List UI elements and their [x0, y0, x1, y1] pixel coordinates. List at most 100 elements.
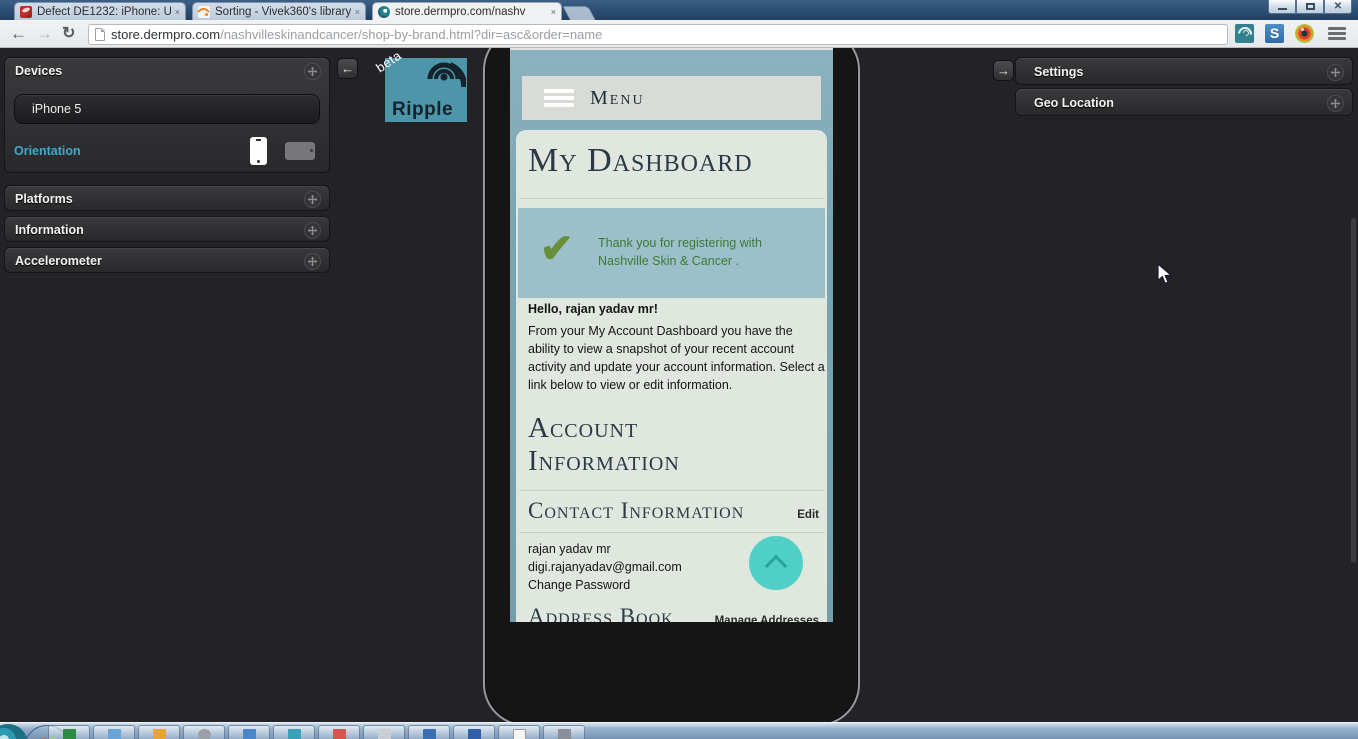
url-host: store.dermpro.com: [111, 26, 221, 42]
app-icon: [153, 729, 166, 739]
windows-taskbar: [0, 722, 1358, 739]
contact-email: digi.rajanyadav@gmail.com: [528, 560, 682, 574]
app-icon: [108, 729, 121, 739]
site-menu-bar[interactable]: Menu: [522, 76, 821, 120]
app-icon: [333, 729, 346, 739]
ripple-favicon-icon: [378, 5, 390, 18]
hamburger-icon: [544, 89, 574, 107]
app-icon: [468, 729, 481, 739]
maximize-button[interactable]: [1296, 0, 1324, 14]
taskbar-app-button[interactable]: [408, 725, 450, 739]
settings-panel[interactable]: Settings: [1015, 57, 1353, 85]
app-icon: [198, 729, 211, 739]
tab-close-icon[interactable]: ×: [551, 7, 556, 17]
divider: [519, 198, 824, 199]
taskbar-app-button[interactable]: [453, 725, 495, 739]
device-select[interactable]: iPhone 5: [14, 94, 320, 124]
change-password-link[interactable]: Change Password: [528, 576, 682, 594]
browser-tab-sorting[interactable]: Sorting - Vivek360's library ×: [192, 2, 366, 20]
taskbar-app-button[interactable]: [183, 725, 225, 739]
close-button[interactable]: ✕: [1324, 0, 1352, 14]
taskbar-app-button[interactable]: [363, 725, 405, 739]
app-icon: [378, 729, 391, 739]
geo-location-panel[interactable]: Geo Location: [1015, 88, 1353, 116]
drag-handle-icon[interactable]: [304, 190, 321, 208]
reload-button[interactable]: ↻: [62, 21, 75, 47]
forward-button[interactable]: →: [36, 21, 53, 47]
taskbar-app-button[interactable]: [498, 725, 540, 739]
qc-favicon-icon: [20, 5, 32, 18]
greeting-text: Hello, rajan yadav mr!: [528, 302, 658, 316]
taskbar-app-button[interactable]: [48, 725, 90, 739]
tab-close-icon[interactable]: ×: [175, 7, 180, 17]
information-panel[interactable]: Information: [4, 216, 330, 242]
drag-handle-icon[interactable]: [304, 252, 321, 270]
close-icon: ✕: [1333, 0, 1343, 12]
window-controls: ✕: [1268, 0, 1352, 14]
ripple-wordmark: Ripple: [392, 99, 454, 120]
taskbar-app-button[interactable]: [93, 725, 135, 739]
divider: [519, 532, 824, 533]
page-scrollbar[interactable]: [1351, 218, 1356, 563]
screen-top-edge: [510, 48, 833, 50]
devices-panel-header[interactable]: Devices: [5, 58, 329, 84]
intro-paragraph: From your My Account Dashboard you have …: [528, 324, 825, 392]
browser-tab-dermpro-active[interactable]: store.dermpro.com/nashv ×: [372, 2, 562, 20]
browser-toolbar: ← → ↻ store.dermpro.com/nashvilleskinand…: [0, 20, 1358, 48]
feed-favicon-icon: [198, 5, 210, 18]
tab-title: Sorting - Vivek360's library: [215, 5, 351, 18]
taskbar-corner-app-icon[interactable]: [0, 724, 28, 739]
edit-link[interactable]: Edit: [797, 509, 819, 521]
minimize-icon: [1277, 8, 1287, 10]
portrait-orientation-icon[interactable]: [250, 137, 267, 165]
orientation-label: Orientation: [14, 144, 81, 158]
taskbar-app-button[interactable]: [318, 725, 360, 739]
phone-screen: Menu My Dashboard ✔ Thank you for regist…: [510, 48, 833, 622]
drag-handle-icon[interactable]: [304, 62, 321, 80]
address-bar[interactable]: store.dermpro.com/nashvilleskinandcancer…: [88, 23, 1228, 45]
tab-close-icon[interactable]: ×: [355, 7, 360, 17]
dashboard-card: My Dashboard ✔ Thank you for registering…: [516, 130, 827, 622]
account-information-heading: Account Information: [528, 412, 680, 477]
manage-addresses-link[interactable]: Manage Addresses: [715, 615, 819, 622]
ripple-logo: beta Ripple: [373, 48, 467, 122]
page-title: My Dashboard: [528, 142, 753, 179]
panel-title: Geo Location: [1034, 96, 1114, 110]
contact-heading-row: Contact Information Edit: [528, 498, 819, 524]
success-notice: ✔ Thank you for registering with Nashvil…: [518, 208, 825, 298]
landscape-orientation-icon[interactable]: [285, 142, 315, 160]
s-extension-icon[interactable]: S: [1265, 24, 1284, 43]
drag-handle-icon[interactable]: [304, 221, 321, 239]
browser-tab-defect[interactable]: Defect DE1232: iPhone: Us ×: [14, 2, 186, 20]
taskbar-app-button[interactable]: [138, 725, 180, 739]
url-text[interactable]: store.dermpro.com/nashvilleskinandcancer…: [111, 27, 602, 42]
address-book-heading: Address Book: [528, 604, 674, 622]
contact-name: rajan yadav mr: [528, 542, 611, 556]
app-icon: [558, 729, 571, 739]
divider: [519, 490, 824, 491]
drag-handle-icon[interactable]: [1327, 94, 1344, 112]
checkmark-icon: ✔: [540, 227, 574, 271]
app-icon: [63, 729, 76, 739]
extension-area: S: [1235, 24, 1314, 43]
back-button[interactable]: ←: [10, 21, 27, 47]
notice-text: Thank you for registering with Nashville…: [598, 236, 762, 268]
new-tab-button[interactable]: [562, 6, 596, 20]
beta-badge: beta: [373, 47, 405, 76]
contact-information-heading: Contact Information: [528, 498, 745, 523]
platforms-panel[interactable]: Platforms: [4, 185, 330, 211]
accelerometer-panel[interactable]: Accelerometer: [4, 247, 330, 273]
devices-panel: Devices iPhone 5 Orientation: [4, 57, 330, 173]
scroll-to-top-button[interactable]: [749, 536, 803, 590]
minimize-button[interactable]: [1268, 0, 1296, 14]
taskbar-app-button[interactable]: [543, 725, 585, 739]
ripple-extension-icon[interactable]: [1235, 24, 1254, 43]
expand-right-panel-button[interactable]: →: [993, 60, 1014, 81]
chrome-menu-icon[interactable]: [1328, 27, 1346, 40]
taskbar-app-button[interactable]: [273, 725, 315, 739]
taskbar-app-button[interactable]: [228, 725, 270, 739]
screenshot-extension-icon[interactable]: [1295, 24, 1314, 43]
collapse-left-panel-button[interactable]: ←: [337, 58, 358, 79]
tab-title: store.dermpro.com/nashv: [395, 5, 526, 18]
drag-handle-icon[interactable]: [1327, 63, 1344, 81]
